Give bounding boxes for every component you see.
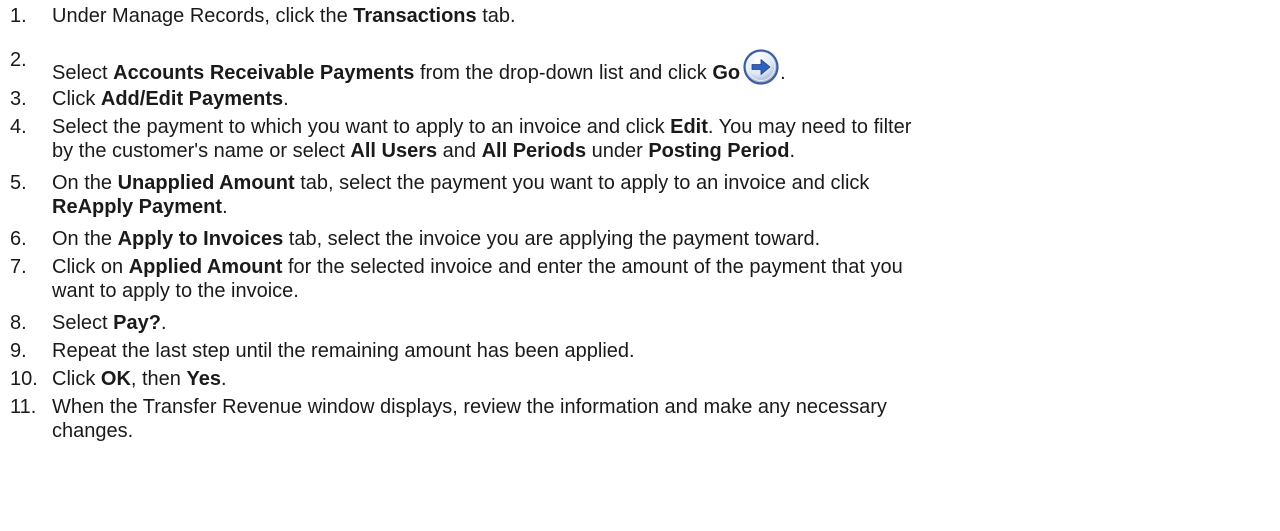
step-text-segment: . [160,312,167,334]
step-text-line: Select Accounts Receivable Payments from… [52,48,1267,86]
step-text: Under Manage Records, click the Transact… [52,4,1267,28]
emphasized-term: Go [712,62,741,84]
step-text-segment: On the [52,172,118,194]
step-text-segment: Click [52,88,101,110]
step-text: Select the payment to which you want to … [52,115,1267,163]
step-text: On the Unapplied Amount tab, select the … [52,171,1267,219]
step-text-segment: Select [52,62,114,84]
step-text-segment: . [780,62,786,84]
step-text-line: When the Transfer Revenue window display… [52,395,1267,419]
step-text-segment: When the Transfer Revenue window display… [52,396,887,418]
step-text-segment: . You may need to filter [707,116,912,138]
step-text: When the Transfer Revenue window display… [52,395,1267,443]
step-text-line: Repeat the last step until the remaining… [52,339,1267,363]
emphasized-term: Add/Edit Payments [100,88,284,110]
step-number: 3. [10,88,27,110]
step-text-segment: changes. [52,420,134,442]
step-text: Repeat the last step until the remaining… [52,339,1267,363]
step-text: Select Pay?. [52,311,1267,335]
step-text: Click on Applied Amount for the selected… [52,255,1267,303]
step-text-line: On the Unapplied Amount tab, select the … [52,171,1267,195]
step-text-segment: under [586,140,649,162]
step-number: 7. [10,256,27,278]
emphasized-term: Apply to Invoices [117,228,284,250]
step-text-line: Under Manage Records, click the Transact… [52,4,1267,28]
step-text: On the Apply to Invoices tab, select the… [52,227,1267,251]
step-number: 4. [10,116,27,138]
step-text-line: want to apply to the invoice. [52,279,1267,303]
step-text-line: Click OK, then Yes. [52,367,1267,391]
step-text-segment: from the drop-down list and click [414,62,713,84]
emphasized-term: Transactions [353,5,477,27]
step-text-segment: for the selected invoice and enter the a… [282,256,903,278]
step-text-segment: Click on [52,256,129,278]
step-text-segment: Under Manage Records, click the [52,5,354,27]
emphasized-term: Yes [186,368,221,390]
emphasized-term: All Users [350,140,438,162]
step-text-segment: On the [52,228,118,250]
step-number: 2. [10,49,27,71]
step-text-line: by the customer's name or select All Use… [52,139,1267,163]
go-arrow-icon [742,48,780,86]
emphasized-term: All Periods [481,140,587,162]
step-number: 8. [10,312,27,334]
step-text: Select Accounts Receivable Payments from… [52,48,1267,86]
step-text-segment: and [437,140,482,162]
step-text-line: Select the payment to which you want to … [52,115,1267,139]
step-text-line: Click on Applied Amount for the selected… [52,255,1267,279]
step-text-segment: , then [130,368,187,390]
step-text-segment: . [789,140,796,162]
step-text-segment: tab. [476,5,516,27]
step-number: 5. [10,172,27,194]
step-text-segment: Select [52,312,114,334]
step-text-segment: Repeat the last step until the remaining… [52,340,635,362]
emphasized-term: Pay? [113,312,161,334]
emphasized-term: ReApply Payment [52,196,223,218]
step-text-line: Click Add/Edit Payments. [52,87,1267,111]
emphasized-term: OK [100,368,131,390]
emphasized-term: Accounts Receivable Payments [113,62,415,84]
step-text-segment: . [220,368,227,390]
step-text-segment: Click [52,368,101,390]
emphasized-term: Posting Period [648,140,790,162]
step-number: 6. [10,228,27,250]
step-text-segment: tab, select the invoice you are applying… [283,228,821,250]
emphasized-term: Applied Amount [128,256,283,278]
step-number: 10. [10,368,38,390]
step-number: 1. [10,5,27,27]
step-text: Click OK, then Yes. [52,367,1267,391]
step-text-line: Select Pay?. [52,311,1267,335]
step-text-line: changes. [52,419,1267,443]
step-text-line: On the Apply to Invoices tab, select the… [52,227,1267,251]
step-text: Click Add/Edit Payments. [52,87,1267,111]
emphasized-term: Edit [670,116,708,138]
step-text-segment: by the customer's name or select [52,140,351,162]
step-text-line: ReApply Payment. [52,195,1267,219]
emphasized-term: Unapplied Amount [117,172,295,194]
step-text-segment: . [283,88,289,110]
step-text-segment: . [222,196,228,218]
step-text-segment: want to apply to the invoice. [52,280,299,302]
step-number: 9. [10,340,27,362]
step-text-segment: tab, select the payment you want to appl… [294,172,870,194]
instruction-steps-list: 1. Under Manage Records, click the Transa… [0,0,1280,531]
step-number: 11. [10,396,37,418]
step-text-segment: Select the payment to which you want to … [52,116,671,138]
